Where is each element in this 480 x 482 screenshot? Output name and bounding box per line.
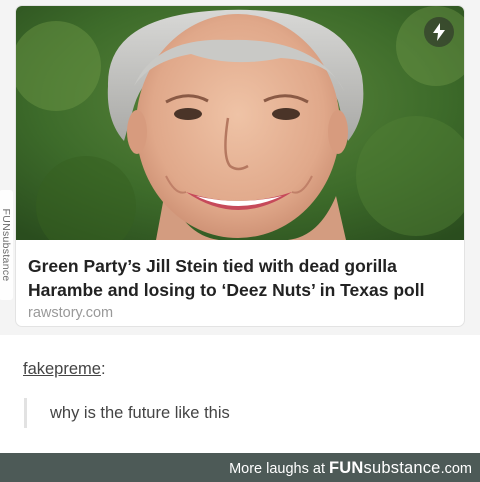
quote-text: why is the future like this xyxy=(50,404,230,422)
article-source: rawstory.com xyxy=(28,305,114,321)
footer-brand-bold: FUN xyxy=(329,459,364,477)
username-colon: : xyxy=(100,360,106,378)
footer-brand: FUNsubstance xyxy=(329,459,441,477)
quote-border xyxy=(24,398,27,428)
post-author: fakepreme: xyxy=(23,360,106,379)
lightning-bolt-icon xyxy=(424,17,454,47)
footer-prefix: More laughs at xyxy=(229,461,330,477)
link-preview-area: Green Party’s Jill Stein tied with dead … xyxy=(0,0,480,335)
footer-brand-tld: .com xyxy=(440,461,472,477)
watermark-text: FUNsubstance xyxy=(0,208,12,282)
footer-link[interactable]: More laughs at FUNsubstance.com xyxy=(229,459,472,478)
watermark: FUNsubstance xyxy=(0,190,13,300)
username-link[interactable]: fakepreme xyxy=(23,360,101,378)
footer-bar: More laughs at FUNsubstance.com xyxy=(0,453,480,482)
article-photo xyxy=(16,6,464,240)
link-preview-card[interactable]: Green Party’s Jill Stein tied with dead … xyxy=(16,6,464,326)
article-headline[interactable]: Green Party’s Jill Stein tied with dead … xyxy=(28,254,454,302)
footer-brand-rest: substance xyxy=(363,459,441,477)
